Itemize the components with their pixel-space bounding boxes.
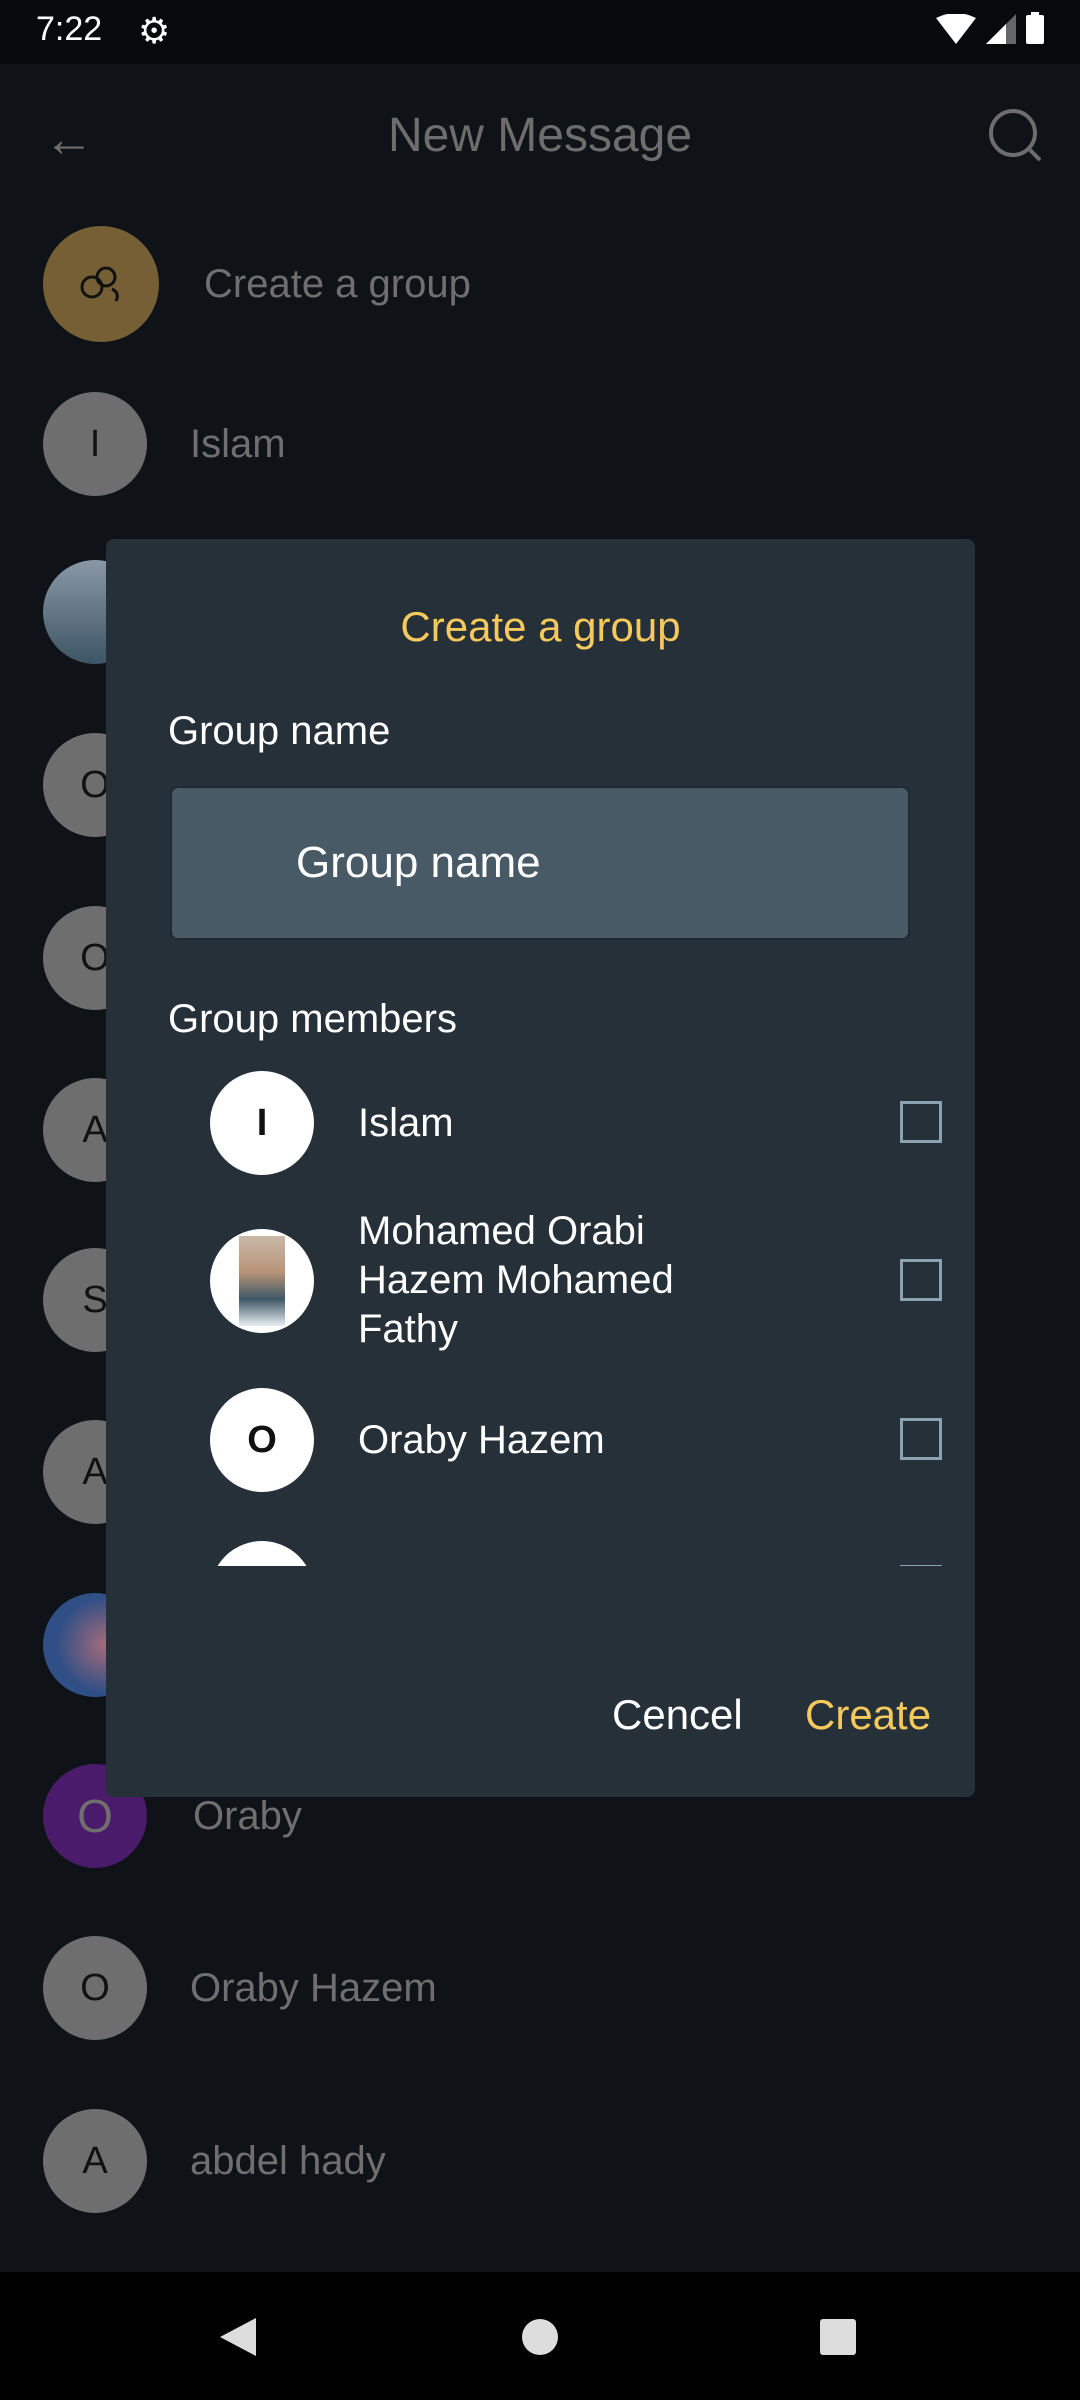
group-members-label: Group members bbox=[168, 997, 457, 1041]
wifi-icon bbox=[936, 14, 976, 44]
member-name: Mohamed Orabi Hazem Mohamed Fathy bbox=[358, 1209, 674, 1351]
members-list[interactable]: I Islam Mohamed Orabi Hazem Mohamed Fath… bbox=[106, 1059, 975, 1566]
battery-icon bbox=[1026, 12, 1044, 44]
settings-gear-icon: ⚙ bbox=[138, 10, 171, 51]
contact-name: Islam bbox=[190, 422, 286, 466]
member-checkbox[interactable] bbox=[900, 1418, 942, 1460]
cell-signal-icon bbox=[986, 14, 1016, 44]
contact-name: Oraby Hazem bbox=[190, 1966, 437, 2010]
member-checkbox[interactable] bbox=[900, 1565, 942, 1566]
group-name-input[interactable]: Group name bbox=[170, 786, 910, 940]
avatar: O bbox=[210, 1388, 314, 1492]
create-group-item[interactable]: Create a group bbox=[43, 226, 1043, 342]
group-icon bbox=[43, 226, 159, 342]
create-group-dialog: Create a group Group name Group name Gro… bbox=[106, 539, 975, 1797]
contact-name: Oraby bbox=[193, 1794, 302, 1838]
avatar: O bbox=[43, 1936, 147, 2040]
contact-name: abdel hady bbox=[190, 2139, 386, 2183]
avatar: I bbox=[43, 392, 147, 496]
status-bar: 7:22 ⚙ bbox=[0, 0, 1080, 64]
member-checkbox[interactable] bbox=[900, 1101, 942, 1143]
page-title: New Message bbox=[387, 109, 693, 162]
clock: 7:22 bbox=[36, 10, 103, 48]
app-bar: ← New Message bbox=[0, 64, 1080, 212]
group-name-label: Group name bbox=[168, 709, 391, 753]
member-checkbox[interactable] bbox=[900, 1259, 942, 1301]
avatar: I bbox=[210, 1071, 314, 1175]
contact-item[interactable]: Aabdel hady bbox=[43, 2109, 1043, 2213]
nav-recents-icon[interactable] bbox=[818, 2317, 858, 2357]
system-icons bbox=[936, 12, 1044, 44]
search-icon[interactable] bbox=[988, 108, 1044, 164]
create-button[interactable]: Create bbox=[805, 1691, 931, 1739]
dialog-title: Create a group bbox=[400, 603, 681, 650]
cancel-button[interactable]: Cencel bbox=[612, 1691, 743, 1739]
create-group-label: Create a group bbox=[204, 262, 471, 306]
group-name-placeholder: Group name bbox=[296, 838, 541, 887]
avatar-photo bbox=[210, 1229, 314, 1333]
contact-item[interactable]: O Oraby Hazem bbox=[43, 1936, 1043, 2040]
member-name: Islam bbox=[358, 1101, 454, 1145]
avatar bbox=[210, 1541, 314, 1566]
contact-item[interactable]: I Islam bbox=[43, 392, 1043, 496]
navigation-bar bbox=[0, 2272, 1080, 2400]
member-name: Oraby Hazem bbox=[358, 1418, 605, 1462]
avatar: A bbox=[43, 2109, 147, 2213]
nav-home-icon[interactable] bbox=[520, 2317, 560, 2357]
nav-back-icon[interactable] bbox=[218, 2316, 258, 2358]
